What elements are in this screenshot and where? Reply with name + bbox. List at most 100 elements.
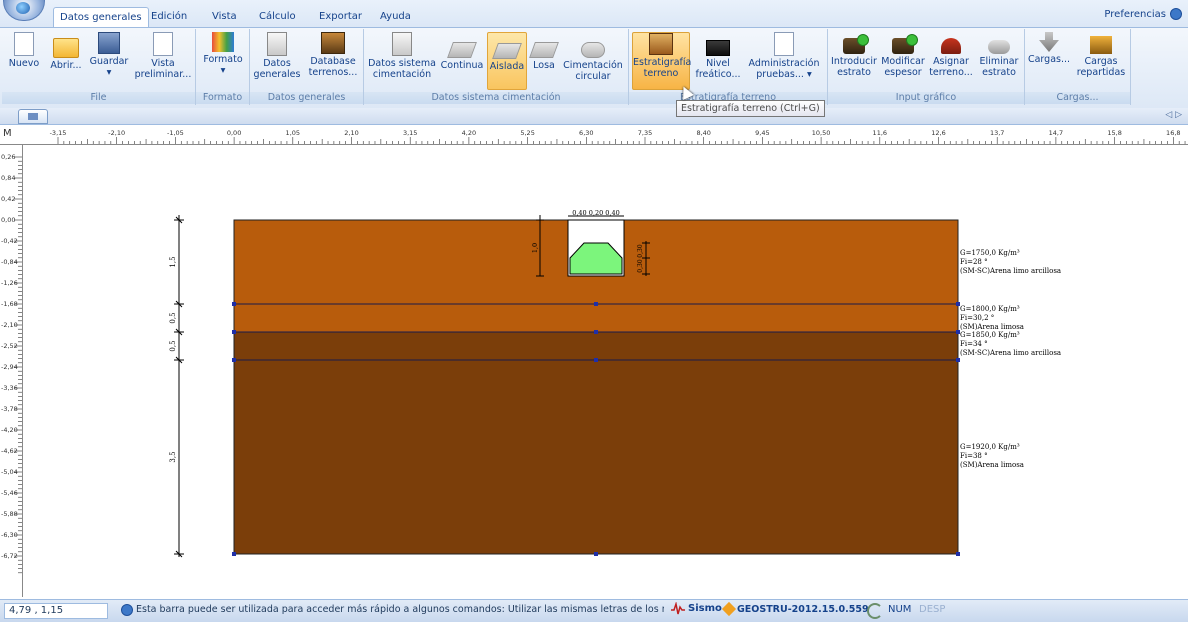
tab-datos-generales[interactable]: Datos generales — [53, 7, 149, 28]
vista-preliminar-button[interactable]: Vista preliminar... — [134, 32, 192, 80]
continua-button[interactable]: Continua — [440, 32, 484, 71]
vruler-label: 0,84 — [1, 174, 16, 182]
database-terrenos-button[interactable]: Database terrenos... — [306, 32, 360, 78]
nivel-freatico-button[interactable]: Nivel freático... — [695, 32, 741, 80]
tab-edicion[interactable]: Edición — [145, 7, 193, 27]
foundation-side-dim-2: 0,30 — [637, 259, 644, 273]
formato-label: Formato — [203, 54, 243, 65]
status-message: Esta barra puede ser utilizada para acce… — [136, 604, 664, 615]
foundation-top-dims: 0,40 0,20 0,40 — [572, 209, 620, 217]
vertical-ruler: 0,26 0,84 0,42 0,00 -0,42 -0,84 -1,26 -1,68 -2,1… — [0, 145, 23, 597]
drawing-canvas[interactable]: 1,5 0,5 0,5 3,5 0,40 0,20 0,40 1,0 0,30 … — [23, 145, 1188, 597]
edit-icon — [906, 34, 918, 46]
asignar-terreno-button[interactable]: Asignar terreno... — [928, 32, 974, 78]
stratigraphy-icon — [649, 33, 673, 55]
database-icon — [321, 32, 345, 54]
pruebas-label: pruebas... ▾ — [756, 69, 812, 80]
layer-2-thickness: 0,5 — [169, 312, 177, 323]
datos-sistema-cimentacion-button[interactable]: Datos sistema cimentación — [368, 32, 436, 80]
datos-generales-button[interactable]: Datos generales — [252, 32, 302, 80]
tab-ayuda[interactable]: Ayuda — [374, 7, 417, 27]
introducir-label: Introducir — [831, 56, 877, 67]
node-handle — [232, 330, 236, 334]
eliminar-estrato-button[interactable]: Eliminar estrato — [976, 32, 1022, 78]
tab-scroll-arrows[interactable]: ◁ ▷ — [1165, 110, 1182, 120]
tab-vista[interactable]: Vista — [206, 7, 243, 27]
version-label: GEOSTRU-2012.15.0.559 — [737, 604, 869, 615]
plus-icon — [857, 34, 869, 46]
cimentacion-circular-button[interactable]: Cimentación circular — [562, 32, 624, 82]
application-menu-button[interactable] — [3, 0, 45, 21]
format-icon — [212, 32, 234, 52]
introducir-estrato-button[interactable]: Introducir estrato — [830, 32, 878, 78]
foundation-side-dim-1: 0,30 — [637, 244, 644, 258]
ruler-label: 10,50 — [811, 129, 831, 137]
open-folder-icon — [53, 38, 79, 58]
vruler-label: -3,36 — [1, 384, 18, 392]
layer-3-soil: (SM-SC)Arena limo arcillosa — [960, 349, 1062, 357]
cargas-button[interactable]: Cargas... — [1027, 32, 1071, 65]
vruler-label: -5,04 — [1, 468, 18, 476]
layer-2-rect[interactable] — [233, 303, 959, 333]
slab-icon — [529, 42, 559, 58]
group-cimentacion: Datos sistema cimentación Continua Aisla… — [364, 29, 629, 105]
database-label: Database — [310, 56, 356, 67]
vruler-label: 0,42 — [1, 195, 16, 203]
aislada-button[interactable]: Aislada — [487, 32, 527, 90]
tab-exportar[interactable]: Exportar — [313, 7, 368, 27]
nivel-label: Nivel — [706, 58, 730, 69]
layer-4-friction: Fi=38 ° — [960, 452, 988, 460]
document-tab[interactable] — [18, 109, 48, 124]
nuevo-label: Nuevo — [8, 58, 40, 69]
layer-3-friction: Fi=34 ° — [960, 340, 988, 348]
refresh-icon[interactable] — [867, 603, 883, 619]
seismic-icon[interactable] — [671, 602, 685, 616]
layer-1-thickness: 1,5 — [169, 256, 177, 267]
group-formato: Formato ▾ Formato — [196, 29, 250, 105]
group-input-grafico: Introducir estrato Modificar espesor Asi… — [828, 29, 1025, 105]
ruler-label: 7,35 — [637, 129, 653, 137]
vruler-label: -2,52 — [1, 342, 18, 350]
administracion-label: Administración — [748, 58, 820, 69]
modificar-espesor-button[interactable]: Modificar espesor — [880, 32, 926, 78]
layer-3-rect[interactable] — [233, 331, 959, 361]
vruler-label: -0,84 — [1, 258, 18, 266]
layer-1-density: G=1750,0 Kg/m³ — [960, 249, 1020, 257]
document-tab-strip: ◁ ▷ — [0, 108, 1188, 125]
node-handle — [956, 358, 960, 362]
vruler-label: -2,94 — [1, 363, 18, 371]
help-icon[interactable] — [1170, 8, 1182, 20]
desp-indicator: DESP — [919, 604, 946, 615]
administracion-pruebas-button[interactable]: Administración pruebas... ▾ — [745, 32, 823, 80]
soil-profile-drawing: 1,5 0,5 0,5 3,5 0,40 0,20 0,40 1,0 0,30 … — [169, 209, 960, 558]
guardar-button[interactable]: Guardar ▾ — [88, 32, 130, 78]
losa-button[interactable]: Losa — [529, 32, 559, 71]
terreno-label: terreno — [643, 68, 679, 79]
print-preview-icon — [153, 32, 173, 56]
group-file: Nuevo Abrir... Guardar ▾ Vista prelimina… — [2, 29, 196, 105]
node-handle — [594, 358, 598, 362]
estratigrafia-terreno-button[interactable]: Estratigrafía terreno — [632, 32, 691, 90]
save-icon — [98, 32, 120, 54]
ribbon-tab-bar: Datos generales Edición Vista Cálculo Ex… — [0, 0, 1188, 28]
layer-4-rect[interactable] — [233, 359, 959, 555]
group-title-cargas: Cargas... — [1025, 92, 1130, 104]
distributed-load-icon — [1090, 36, 1112, 54]
vruler-ticks — [14, 156, 22, 574]
group-title-file: File — [2, 92, 195, 104]
sismo-status[interactable]: Sismo — [688, 603, 722, 614]
ruler-label: 6,30 — [579, 129, 594, 137]
group-title-formato: Formato — [196, 92, 249, 104]
abrir-button[interactable]: Abrir... — [46, 32, 86, 71]
layer-3-legend: G=1850,0 Kg/m³ Fi=34 ° (SM-SC)Arena limo… — [960, 331, 1061, 358]
tab-calculo[interactable]: Cálculo — [253, 7, 302, 27]
eliminar-label: Eliminar — [979, 56, 1019, 67]
foundation-depth: 1,0 — [531, 243, 539, 253]
nuevo-button[interactable]: Nuevo — [4, 32, 44, 69]
ruler-label: 9,45 — [755, 129, 770, 137]
preferences-menu[interactable]: Preferencias — [1104, 8, 1182, 20]
layer-4-thickness: 3,5 — [169, 451, 177, 462]
formato-button[interactable]: Formato ▾ — [200, 32, 246, 76]
cargas-repartidas-button[interactable]: Cargas repartidas — [1075, 32, 1127, 78]
ruler-label: 16,8 — [1166, 129, 1181, 137]
